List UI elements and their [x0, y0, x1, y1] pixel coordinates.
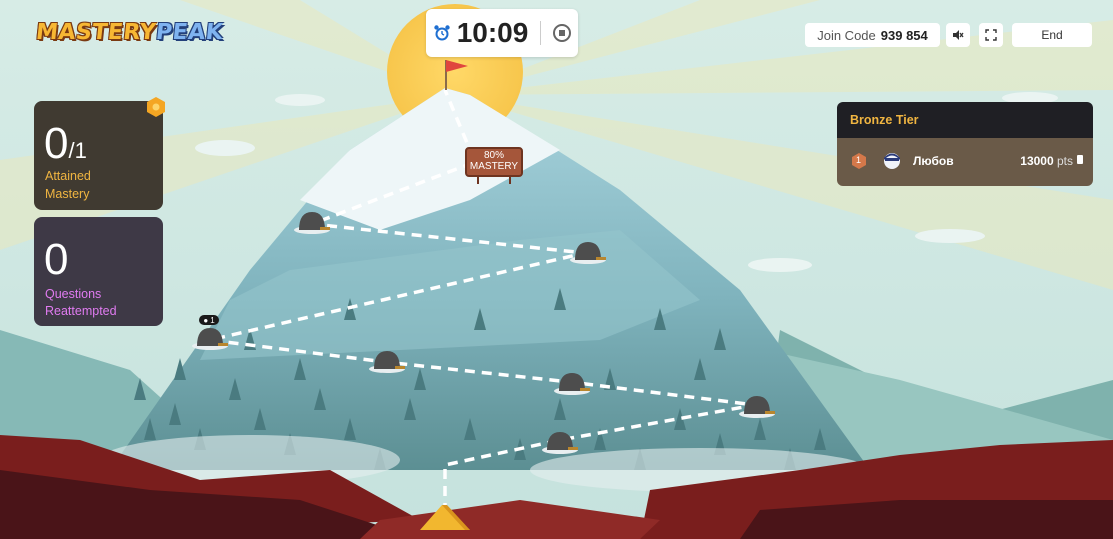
fullscreen-button[interactable] [979, 23, 1003, 47]
stop-icon [559, 30, 566, 36]
player-points: 13000 pts [1020, 154, 1073, 168]
mastery-label-line2: Mastery [45, 187, 90, 201]
mastery-sign-text: 80% MASTERY [468, 150, 520, 172]
avatar-icon [884, 153, 900, 169]
points-unit: pts [1056, 154, 1073, 168]
rank-number: 1 [856, 155, 862, 165]
logo-peak: PEAK [154, 20, 225, 45]
reattempted-value: 0 [44, 235, 69, 284]
leaderboard: Bronze Tier 1 Любов 13000 pts [837, 102, 1093, 186]
stop-button[interactable] [553, 24, 572, 42]
top-bar: MASTERYPEAK 10:09 Join Code 939 854 End [0, 0, 1113, 64]
end-button[interactable]: End [1012, 23, 1092, 47]
reattempted-label-line2: Reattempted [45, 304, 117, 318]
sign-percent: 80% [483, 150, 504, 161]
fullscreen-icon [985, 29, 997, 41]
timer-box: 10:09 [426, 9, 578, 57]
alarm-clock-icon [433, 25, 450, 41]
mastery-count: 0/1 [44, 119, 87, 169]
mastery-total: /1 [68, 138, 87, 163]
mastery-badge-icon [147, 97, 165, 117]
leaderboard-row: 1 Любов 13000 pts [837, 138, 1093, 186]
camp-counter: ● 1 [199, 315, 219, 325]
logo: MASTERYPEAK [35, 20, 225, 45]
join-code-label: Join Code [817, 27, 876, 43]
mastery-value: 0 [44, 119, 69, 168]
trash-icon[interactable] [1077, 155, 1083, 164]
reattempted-label: Questions Reattempted [45, 286, 117, 320]
mountain-scene [0, 0, 1113, 539]
points-value: 13000 [1020, 154, 1054, 168]
camp-counter-value: 1 [210, 315, 215, 325]
mastery-label: Attained Mastery [45, 167, 91, 203]
reattempted-label-line1: Questions [45, 287, 102, 301]
join-code-box: Join Code 939 854 [805, 23, 940, 47]
sign-label: MASTERY [469, 161, 519, 172]
reattempted-card: 0 Questions Reattempted [34, 217, 163, 326]
logo-mastery: MASTERY [34, 20, 158, 45]
timer-value: 10:09 [456, 17, 529, 48]
mute-button[interactable] [946, 23, 970, 47]
player-name: Любов [913, 154, 954, 168]
timer-divider [540, 21, 542, 45]
camp-counter-icon: ● [203, 315, 209, 325]
mastery-card: 0/1 Attained Mastery [34, 101, 163, 210]
join-code-value: 939 854 [880, 27, 928, 43]
leaderboard-tier: Bronze Tier [837, 102, 1093, 138]
mastery-label-line1: Attained [45, 169, 91, 183]
mute-icon [953, 30, 964, 40]
